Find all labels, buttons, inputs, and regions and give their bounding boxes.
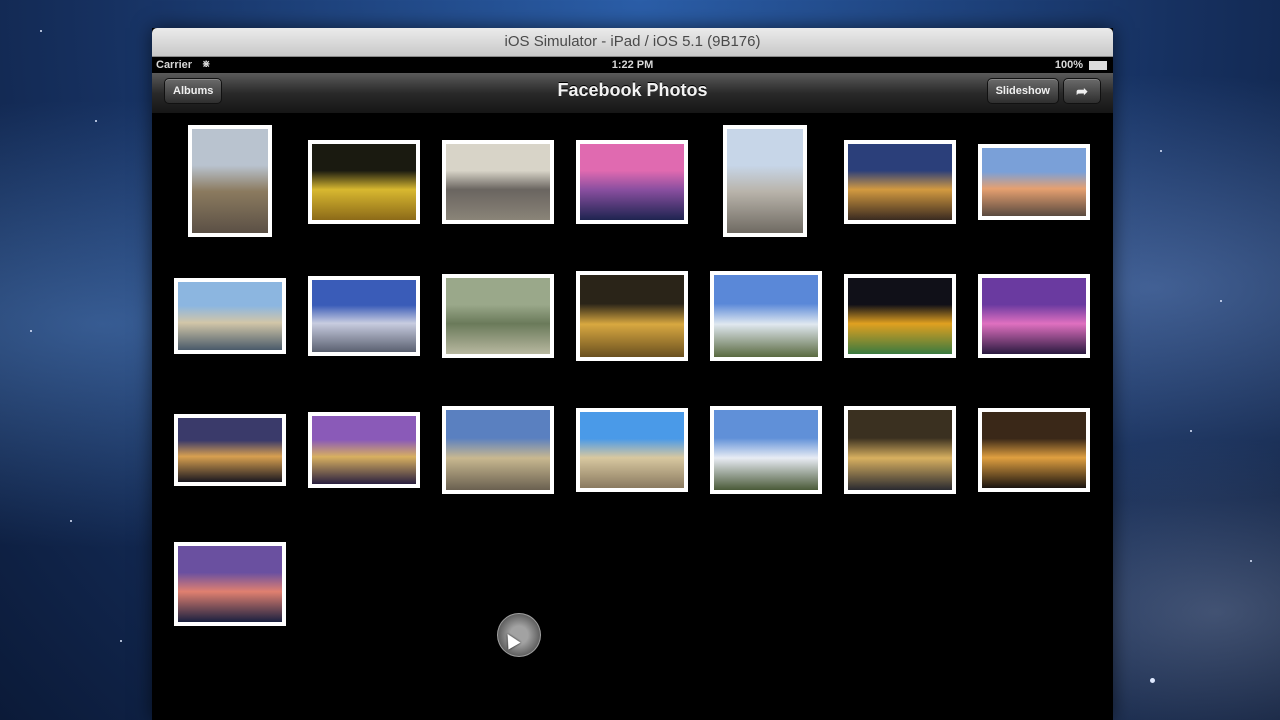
navigation-bar: Albums Facebook Photos Slideshow ➦ [152, 73, 1113, 114]
photo-image [982, 412, 1086, 488]
window-title: iOS Simulator - iPad / iOS 5.1 (9B176) [504, 33, 761, 50]
slideshow-button[interactable]: Slideshow [986, 78, 1059, 104]
ios-status-bar: Carrier ⋇ 1:22 PM 100% [152, 57, 1113, 73]
photo-image [312, 416, 416, 484]
star [70, 520, 72, 522]
photo-thumbnail[interactable] [174, 278, 286, 354]
battery-percent: 100% [1054, 59, 1083, 71]
photo-image [446, 410, 550, 490]
star [1250, 560, 1252, 562]
photo-thumbnail[interactable] [174, 542, 286, 626]
photo-image [848, 410, 952, 490]
star [120, 640, 122, 642]
share-button[interactable]: ➦ [1063, 78, 1101, 104]
photo-thumbnail[interactable] [844, 140, 956, 224]
photo-image [580, 275, 684, 357]
photo-image [580, 412, 684, 488]
window-titlebar[interactable]: iOS Simulator - iPad / iOS 5.1 (9B176) [152, 28, 1113, 57]
photo-thumbnail[interactable] [442, 140, 554, 224]
photo-image [178, 418, 282, 482]
star [1160, 150, 1162, 152]
photo-thumbnail[interactable] [723, 125, 807, 237]
photo-thumbnail[interactable] [576, 271, 688, 361]
star [40, 30, 42, 32]
photo-thumbnail[interactable] [978, 408, 1090, 492]
photo-image [982, 278, 1086, 354]
photo-thumbnail[interactable] [442, 406, 554, 494]
photo-thumbnail[interactable] [978, 274, 1090, 358]
photo-image [714, 410, 818, 490]
status-time: 1:22 PM [611, 59, 654, 71]
photo-image [312, 144, 416, 220]
photo-image [446, 144, 550, 220]
photo-image [312, 280, 416, 352]
photo-thumbnail[interactable] [174, 414, 286, 486]
simulator-window: iOS Simulator - iPad / iOS 5.1 (9B176) C… [152, 28, 1113, 720]
photo-image [714, 275, 818, 357]
star [1190, 430, 1192, 432]
nav-title: Facebook Photos [557, 80, 708, 100]
photo-thumbnail[interactable] [710, 271, 822, 361]
photo-thumbnail[interactable] [844, 274, 956, 358]
photo-image [446, 278, 550, 354]
photo-image [848, 278, 952, 354]
battery-icon [1089, 61, 1107, 70]
share-icon: ➦ [1076, 83, 1088, 99]
photo-image [178, 282, 282, 350]
photo-image [982, 148, 1086, 216]
photo-image [727, 129, 803, 233]
photo-thumbnail[interactable] [308, 276, 420, 356]
photo-image [192, 129, 268, 233]
photo-thumbnail[interactable] [308, 412, 420, 488]
star [1220, 300, 1222, 302]
photo-thumbnail[interactable] [188, 125, 272, 237]
star [1150, 678, 1155, 683]
star [30, 330, 32, 332]
photo-thumbnail[interactable] [576, 408, 688, 492]
photo-thumbnail[interactable] [978, 144, 1090, 220]
photo-thumbnail[interactable] [442, 274, 554, 358]
photo-thumbnail[interactable] [710, 406, 822, 494]
photo-image [580, 144, 684, 220]
star [95, 120, 97, 122]
photo-image [848, 144, 952, 220]
photo-thumbnail[interactable] [844, 406, 956, 494]
photo-image [178, 546, 282, 622]
photo-thumbnail[interactable] [308, 140, 420, 224]
photo-thumbnail[interactable] [576, 140, 688, 224]
